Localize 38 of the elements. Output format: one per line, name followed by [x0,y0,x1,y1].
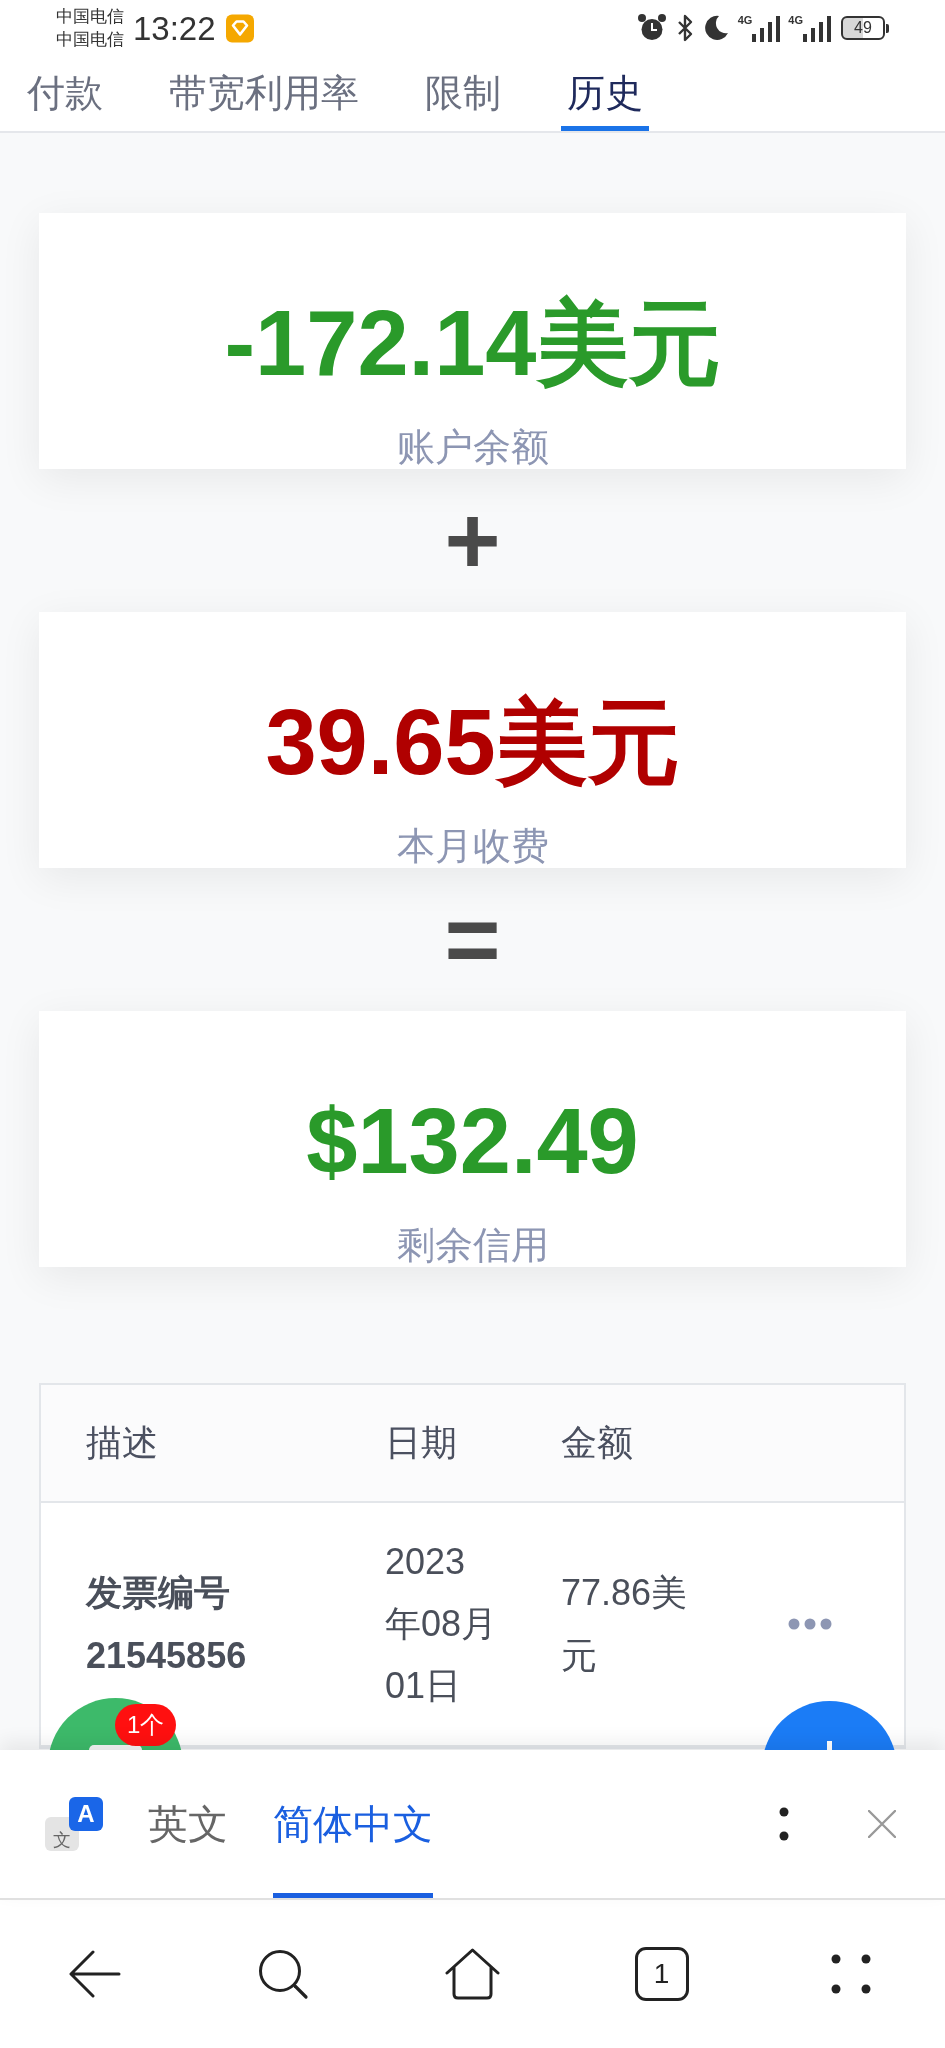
column-header: 日期 [385,1425,458,1461]
tab[interactable]: 付款 [21,56,109,131]
amount-value: $132.49 [306,1095,639,1187]
tab[interactable]: 带宽利用率 [163,56,365,131]
column-header: 金额 [561,1425,634,1461]
amount-label: 账户余额 [396,425,549,469]
operator-sign: + [444,492,501,589]
network-type: 4G [737,14,753,26]
network-type: 4G [788,14,803,26]
operator-sign: = [444,891,501,988]
back-icon[interactable] [68,1950,121,1998]
home-icon[interactable] [444,1948,501,2000]
tabs-button[interactable]: 1 [634,1947,689,2001]
carrier-name: 中国电信 [56,6,124,28]
apps-icon[interactable] [830,1954,871,1994]
column-header: 描述 [86,1425,159,1461]
clock-time: 13:22 [133,11,216,45]
invoice-description: 发票编号 21545856 [86,1571,248,1678]
amount-label: 剩余信用 [396,1223,549,1267]
date-cell-text: 2023年08月01日 [385,1540,499,1708]
signal-icon [803,16,831,42]
more-icon[interactable] [788,1618,832,1630]
close-icon[interactable] [868,1810,896,1838]
language-tab[interactable]: 英文 [148,1750,228,1898]
more-vertical-icon[interactable] [779,1807,789,1841]
tab[interactable]: 限制 [419,56,507,131]
moon-icon [702,15,729,41]
alarm-icon [636,13,667,43]
signal-icon [752,16,781,42]
amount-label: 本月收费 [396,824,549,868]
carrier-name: 中国电信 [56,29,124,51]
search-icon[interactable] [258,1948,309,2000]
tab[interactable]: 历史 [561,56,649,131]
amount-cell-text: 77.86美元 [561,1571,689,1678]
gem-icon [225,13,254,43]
floating-action-button[interactable] [762,1701,897,1750]
bluetooth-icon [675,14,694,42]
battery-indicator: 49 [841,16,889,40]
